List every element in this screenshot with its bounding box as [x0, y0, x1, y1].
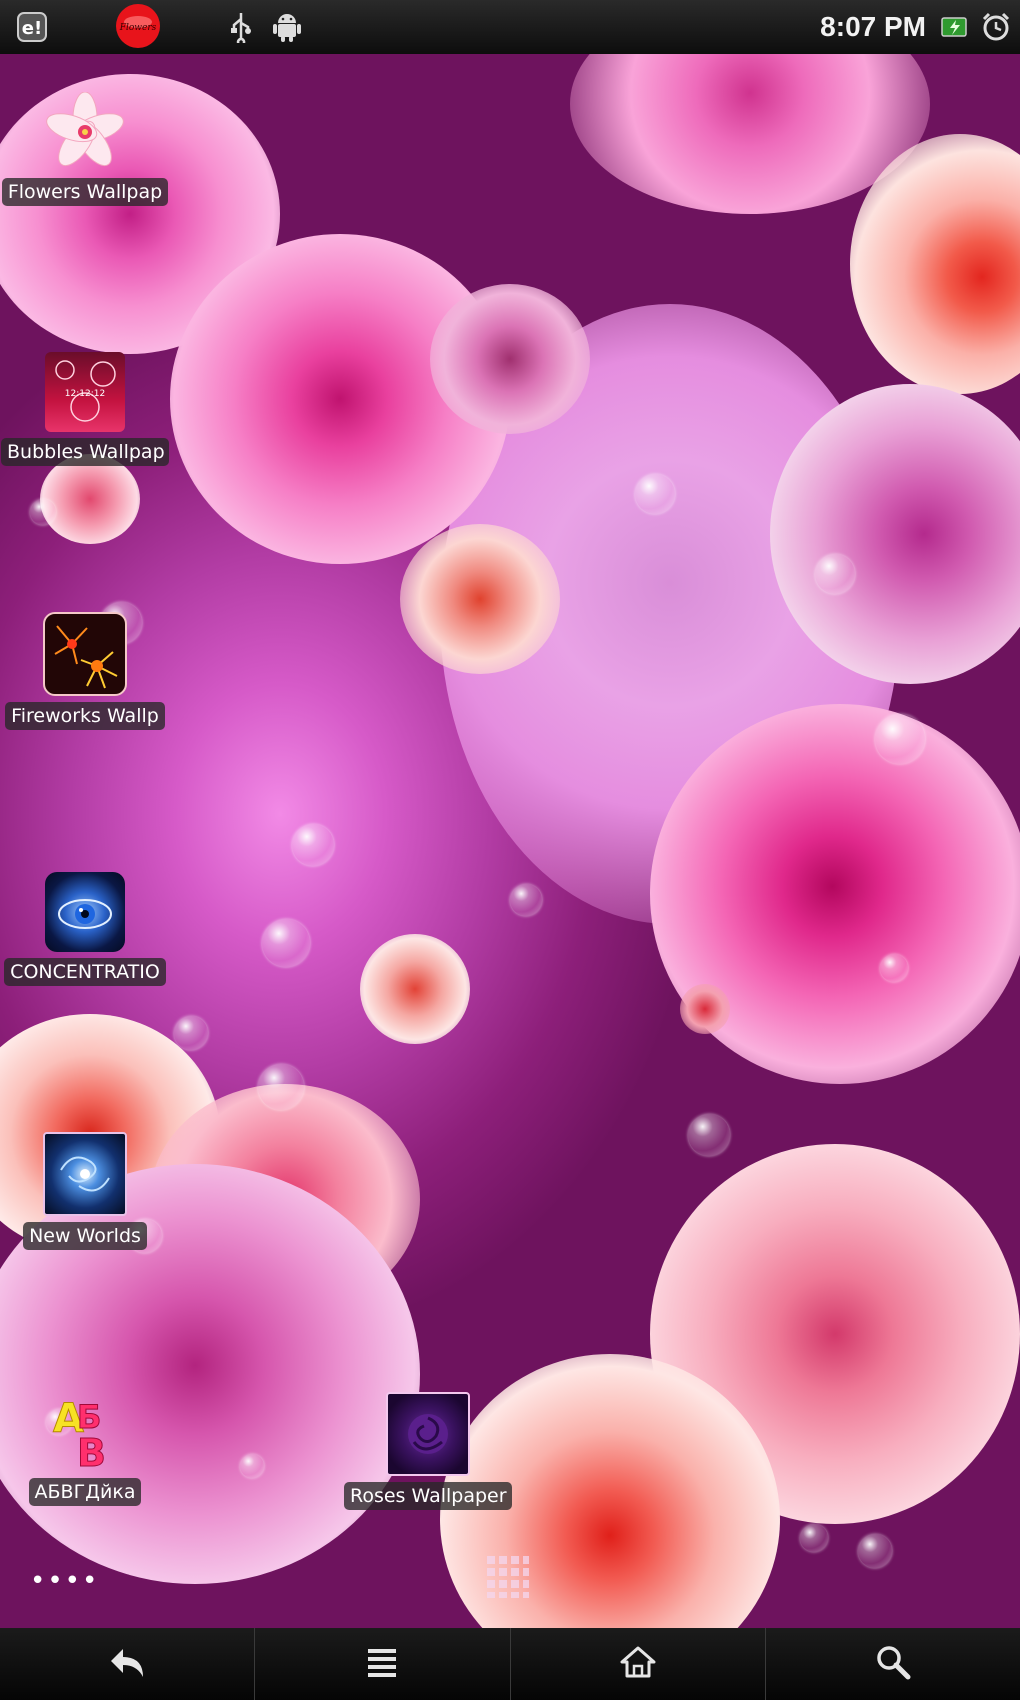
android-tablet-screen: e! Flowers 8:07 PM Flowers Wallpap 12:12…: [0, 0, 1020, 1700]
usb-icon: [226, 10, 256, 44]
fireworks-wallpaper-app[interactable]: Fireworks Wallp: [0, 612, 170, 734]
bubble: [262, 919, 310, 967]
menu-button[interactable]: [255, 1628, 511, 1700]
bubble: [635, 474, 675, 514]
app-label: Flowers Wallpap: [1, 178, 169, 206]
app-label: Bubbles Wallpap: [1, 438, 169, 466]
app-drawer-icon[interactable]: [485, 1554, 531, 1600]
bubble: [858, 1534, 892, 1568]
search-icon: [875, 1644, 911, 1684]
rose-icon: [386, 1392, 470, 1476]
battery-charging-icon: [940, 10, 970, 44]
bubble: [688, 1114, 730, 1156]
galaxy-icon: [43, 1132, 127, 1216]
flower-icon: [45, 92, 125, 172]
navigation-bar: [0, 1628, 1020, 1700]
alarm-clock-icon: [980, 10, 1012, 44]
roses-wallpaper-app[interactable]: Roses Wallpaper: [343, 1392, 513, 1514]
bubble: [800, 1524, 828, 1552]
app-label: Fireworks Wallp: [5, 702, 165, 730]
rose-small-white-mid: [360, 934, 470, 1044]
bubble: [510, 884, 542, 916]
search-button[interactable]: [766, 1628, 1020, 1700]
bubble: [880, 954, 908, 982]
app-label: New Worlds: [23, 1222, 147, 1250]
menu-icon: [365, 1646, 399, 1682]
concentration-app[interactable]: CONCENTRATIO: [0, 872, 170, 990]
rose-small-white-center: [400, 524, 560, 674]
svg-text:e!: e!: [22, 18, 42, 39]
bubble: [875, 714, 925, 764]
rose-small-upper: [430, 284, 590, 434]
bubble: [258, 1064, 304, 1110]
flower-notification-icon[interactable]: Flowers: [112, 2, 164, 50]
svg-text:Flowers: Flowers: [119, 23, 157, 33]
bubbles-wallpaper-app[interactable]: 12:12:12 Bubbles Wallpap: [0, 352, 170, 470]
home-icon: [619, 1645, 657, 1683]
rose-tiny-right: [680, 984, 730, 1034]
notification-app-icon[interactable]: e!: [14, 10, 50, 44]
svg-text:12:12:12: 12:12:12: [65, 389, 105, 399]
bubble: [292, 824, 334, 866]
bubble: [174, 1016, 208, 1050]
app-label: CONCENTRATIO: [4, 958, 166, 986]
app-label: Roses Wallpaper: [344, 1482, 512, 1510]
android-debug-icon: [270, 10, 304, 44]
back-icon: [107, 1645, 147, 1683]
bubble: [240, 1454, 264, 1478]
svg-text:В: В: [77, 1431, 106, 1472]
new-worlds-app[interactable]: New Worlds: [0, 1132, 170, 1254]
page-indicator[interactable]: ••••: [30, 1566, 99, 1596]
status-clock: 8:07 PM: [820, 11, 926, 42]
flowers-wallpaper-app[interactable]: Flowers Wallpap: [0, 92, 170, 210]
status-bar: e! Flowers 8:07 PM: [0, 0, 1020, 55]
fireworks-icon: [43, 612, 127, 696]
abvgdika-app[interactable]: А Б В АБВГДйка: [0, 1392, 170, 1510]
eye-icon: [45, 872, 125, 952]
app-label: АБВГДйка: [28, 1478, 142, 1506]
letters-icon: А Б В: [45, 1392, 125, 1473]
bubble: [30, 499, 56, 525]
bubbles-icon: 12:12:12: [45, 352, 125, 432]
back-button[interactable]: [0, 1628, 256, 1700]
bubble: [815, 554, 855, 594]
home-button[interactable]: [511, 1628, 766, 1700]
